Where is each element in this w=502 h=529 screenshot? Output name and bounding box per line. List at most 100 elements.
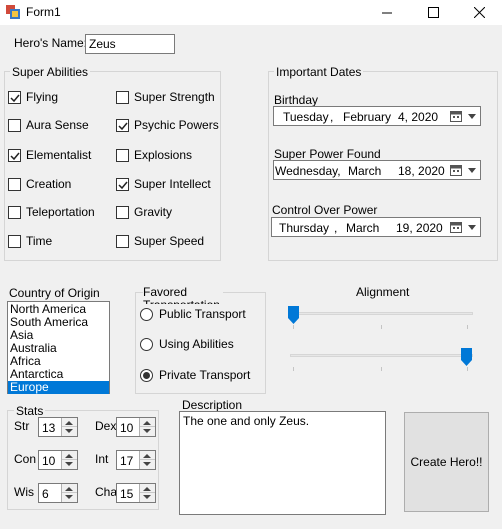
- ability-checkbox[interactable]: [116, 91, 129, 104]
- ability-label[interactable]: Creation: [26, 177, 71, 191]
- spin-buttons[interactable]: [139, 451, 155, 469]
- control-over-power-picker[interactable]: Thursday , March 19, 2020: [271, 217, 481, 237]
- ability-label[interactable]: Flying: [26, 90, 58, 104]
- transport-label[interactable]: Using Abilities: [159, 337, 234, 351]
- int-stepper[interactable]: 17: [116, 450, 156, 470]
- ability-label[interactable]: Super Strength: [134, 90, 215, 104]
- int-value: 17: [120, 454, 134, 468]
- spin-buttons[interactable]: [61, 418, 77, 436]
- ability-label[interactable]: Super Speed: [134, 234, 204, 248]
- ability-checkbox[interactable]: [8, 178, 21, 191]
- spin-buttons[interactable]: [139, 484, 155, 502]
- found-weekday: Wednesday,: [275, 164, 341, 178]
- description-textarea[interactable]: The one and only Zeus.: [179, 411, 386, 515]
- ability-label[interactable]: Time: [26, 234, 52, 248]
- tick-mark: [467, 325, 468, 329]
- control-comma: ,: [334, 221, 338, 235]
- title-bar: Form1: [0, 0, 502, 25]
- checkbox-box[interactable]: [116, 119, 129, 132]
- ability-label[interactable]: Aura Sense: [26, 118, 89, 132]
- birthday-month: February: [343, 110, 392, 124]
- int-label: Int: [95, 452, 109, 466]
- ability-checkbox[interactable]: [8, 206, 21, 219]
- chevron-down-icon: [143, 495, 151, 499]
- ability-label[interactable]: Elementalist: [26, 148, 91, 162]
- chevron-down-icon: [65, 495, 73, 499]
- checkmark-icon: [9, 152, 20, 160]
- ability-checkbox[interactable]: [8, 235, 21, 248]
- spin-buttons[interactable]: [61, 451, 77, 469]
- ability-checkbox[interactable]: [116, 149, 129, 162]
- ability-checkbox[interactable]: [8, 119, 21, 132]
- country-listbox[interactable]: North America South America Asia Australia A…: [7, 301, 110, 394]
- spin-buttons[interactable]: [61, 484, 77, 502]
- super-power-found-picker[interactable]: Wednesday, March 18, 2020: [273, 160, 481, 180]
- transport-label[interactable]: Public Transport: [159, 307, 246, 321]
- alignment-slider-1-thumb[interactable]: [288, 306, 299, 324]
- control-day: 19, 2020: [396, 221, 443, 235]
- birthday-day: 4, 2020: [398, 110, 439, 124]
- dex-stepper[interactable]: 10: [116, 417, 156, 437]
- list-item[interactable]: Europe: [8, 381, 109, 394]
- calendar-icon: [450, 165, 462, 176]
- super-power-found-label: Super Power Found: [274, 147, 381, 161]
- checkbox-box[interactable]: [8, 235, 21, 248]
- ability-label[interactable]: Super Intellect: [134, 177, 211, 191]
- wis-stepper[interactable]: 6: [38, 483, 78, 503]
- ability-label[interactable]: Gravity: [134, 205, 172, 219]
- ability-checkbox[interactable]: [116, 178, 129, 191]
- alignment-label: Alignment: [356, 285, 410, 299]
- create-hero-button[interactable]: Create Hero!!: [404, 412, 489, 512]
- transport-label[interactable]: Private Transport: [159, 368, 250, 382]
- maximize-button[interactable]: [410, 0, 456, 25]
- control-month: March: [346, 221, 380, 235]
- close-icon: [473, 7, 485, 18]
- minimize-icon: [381, 12, 392, 14]
- spin-buttons[interactable]: [139, 418, 155, 436]
- ability-checkbox[interactable]: [8, 91, 21, 104]
- checkbox-box[interactable]: [8, 206, 21, 219]
- cha-stepper[interactable]: 15: [116, 483, 156, 503]
- con-stepper[interactable]: 10: [38, 450, 78, 470]
- calendar-icon: [450, 222, 462, 233]
- hero-name-input[interactable]: [85, 34, 175, 54]
- birthday-comma: ,: [330, 110, 334, 124]
- minimize-button[interactable]: [364, 0, 410, 25]
- ability-label[interactable]: Teleportation: [26, 205, 95, 219]
- str-stepper[interactable]: 13: [38, 417, 78, 437]
- chevron-up-icon: [143, 454, 151, 458]
- alignment-slider-2-thumb[interactable]: [461, 348, 472, 366]
- transport-radio[interactable]: [140, 338, 153, 351]
- ability-checkbox[interactable]: [8, 149, 21, 162]
- close-button[interactable]: [456, 0, 502, 25]
- ability-checkbox[interactable]: [116, 235, 129, 248]
- radio-dot-icon: [143, 372, 150, 379]
- checkbox-box[interactable]: [8, 119, 21, 132]
- important-dates-group-label: Important Dates: [274, 65, 364, 79]
- ability-label[interactable]: Psychic Powers: [134, 118, 219, 132]
- checkbox-box[interactable]: [8, 149, 21, 162]
- checkbox-box[interactable]: [116, 206, 129, 219]
- checkbox-box[interactable]: [116, 178, 129, 191]
- checkbox-box[interactable]: [116, 149, 129, 162]
- checkbox-box[interactable]: [8, 91, 21, 104]
- checkbox-box[interactable]: [8, 178, 21, 191]
- super-abilities-group-label: Super Abilities: [10, 65, 91, 79]
- alignment-track-2: [290, 354, 473, 357]
- transport-radio[interactable]: [140, 308, 153, 321]
- checkbox-box[interactable]: [116, 91, 129, 104]
- tick-mark: [381, 325, 382, 329]
- ability-checkbox[interactable]: [116, 119, 129, 132]
- chevron-up-icon: [143, 487, 151, 491]
- description-label: Description: [182, 398, 243, 412]
- dex-value: 10: [120, 421, 134, 435]
- birthday-picker[interactable]: Tuesday , February 4, 2020: [273, 106, 481, 126]
- found-month: March: [348, 164, 382, 178]
- ability-checkbox[interactable]: [116, 206, 129, 219]
- chevron-down-icon: [468, 114, 476, 119]
- ability-label[interactable]: Explosions: [134, 148, 192, 162]
- con-label: Con: [14, 452, 37, 466]
- checkbox-box[interactable]: [116, 235, 129, 248]
- transport-radio[interactable]: [140, 369, 153, 382]
- found-day: 18, 2020: [398, 164, 445, 178]
